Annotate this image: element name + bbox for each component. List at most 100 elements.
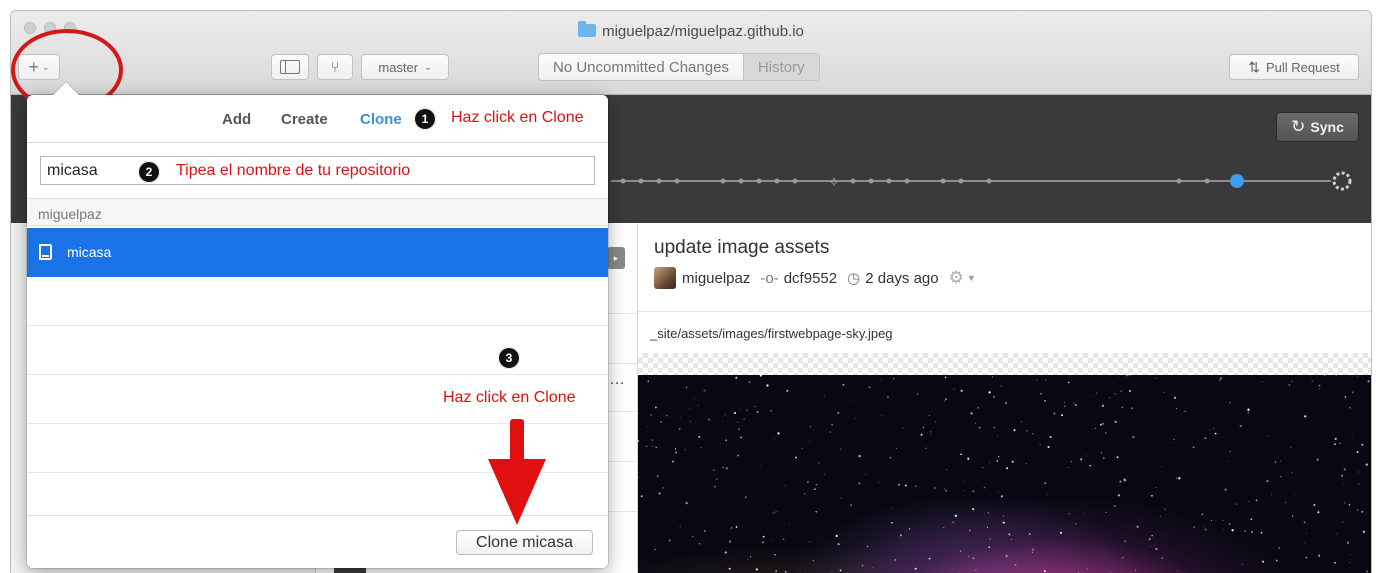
star [647,426,649,427]
star [1269,544,1271,545]
star [783,538,785,540]
star [1305,556,1308,559]
star [824,474,825,475]
commit-sha[interactable]: dcf9552 [784,270,837,287]
star [1208,429,1210,431]
star [713,485,717,488]
star [835,534,838,538]
sync-label: Sync [1310,119,1344,135]
star [904,484,907,487]
star [1218,403,1220,405]
list-item[interactable]: micasa [27,228,608,277]
star [916,393,919,395]
star [1262,560,1265,563]
star [738,428,741,431]
star [1346,541,1350,544]
star [1317,511,1320,514]
star [1220,377,1222,380]
star [679,526,681,528]
star [1000,495,1004,498]
star [1358,483,1360,485]
star [858,454,861,458]
star [1031,548,1034,551]
tab-history[interactable]: History [742,54,819,80]
star [656,475,659,478]
star [806,480,810,484]
star [1129,375,1131,377]
star [889,456,892,459]
star [651,439,654,441]
star [977,407,979,409]
gear-icon[interactable]: ⚙ [949,268,964,288]
star [1105,432,1107,434]
star [993,426,995,429]
branch-select[interactable]: master ⌄ [361,54,449,80]
star [1011,460,1014,463]
star [1280,460,1282,462]
star [751,500,753,501]
pull-request-button[interactable]: ⇅ Pull Request [1229,54,1359,80]
tab-clone[interactable]: Clone [360,111,402,128]
star [755,568,759,571]
star [1343,468,1346,471]
star [1367,380,1370,383]
star [914,567,917,570]
star [1214,432,1217,435]
star [858,482,861,485]
commit-title: update image assets [654,237,830,258]
star [878,481,880,483]
star [766,384,769,387]
star [685,502,688,505]
truncation-ellipsis: … [609,371,625,388]
chevron-down-icon[interactable]: ▼ [967,273,976,283]
star [969,529,971,531]
star [824,395,826,397]
star [724,414,726,416]
star [1292,515,1294,517]
star [1073,402,1075,404]
star [1290,446,1292,448]
repository-name: micasa [67,244,112,260]
owner-section-header: miguelpaz [27,198,608,226]
star [746,559,748,560]
tab-add[interactable]: Add [222,111,251,128]
star [1150,546,1152,547]
star [736,454,740,457]
star [693,397,695,399]
star [972,557,975,560]
star [968,555,970,558]
star [647,380,649,382]
sync-button[interactable]: ↻ Sync [1276,112,1359,142]
star [813,488,816,491]
star [775,570,778,572]
star [894,558,897,561]
tab-uncommitted-changes[interactable]: No Uncommitted Changes [539,54,743,80]
star [943,527,945,529]
star [1063,401,1066,404]
clone-repository-button[interactable]: Clone micasa [456,530,593,555]
clock-icon: ◷ [847,270,861,287]
star [1164,508,1166,510]
star [689,421,691,423]
star [953,567,955,569]
star [1271,494,1273,496]
star [672,460,674,463]
file-path[interactable]: _site/assets/images/firstwebpage-sky.jpe… [650,326,893,341]
current-commit-dot[interactable] [1230,174,1244,188]
star [1131,407,1133,409]
branch-button[interactable]: ⑂ [317,54,353,80]
star [1113,505,1116,508]
star [896,448,897,449]
star [1339,442,1341,444]
star [1129,390,1131,392]
star [1155,487,1157,488]
uncommitted-node[interactable] [1332,171,1352,191]
star [1318,384,1321,387]
star [1036,379,1038,381]
star [1105,512,1107,513]
tab-create[interactable]: Create [281,111,328,128]
star [920,433,923,436]
sidebar-toggle-button[interactable] [271,54,309,80]
expand-icon[interactable]: ▸ [607,247,625,269]
list-item [27,277,608,326]
